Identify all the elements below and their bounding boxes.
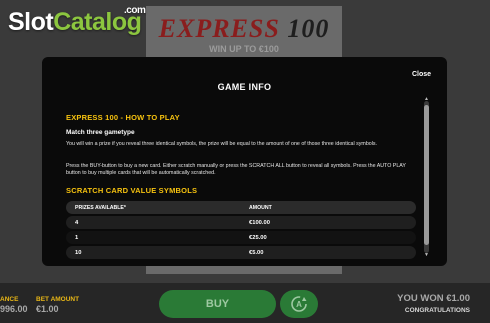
game-info-modal: Close GAME INFO EXPRESS 100 - HOW TO PLA… [42,57,447,266]
watermark-suffix: .com [124,5,146,16]
bet-amount-value[interactable]: €1.00 [36,304,59,314]
table-row: 10 €5.00 [66,246,416,259]
buy-button[interactable]: BUY [159,290,276,318]
rules-paragraph-1: You will win a prize if you reveal three… [66,141,378,147]
info-content[interactable]: EXPRESS 100 - HOW TO PLAY Match three ga… [66,113,416,263]
balance-label: ANCE [0,296,19,303]
table-row: 1 €25.00 [66,231,416,244]
congratulations-text: CONGRATULATIONS [404,307,470,314]
game-logo: EXPRESS 100 [146,14,342,44]
amount-cell: €25.00 [249,234,267,241]
scroll-down-arrow-icon[interactable]: ▼ [424,253,429,258]
column-header-prizes: PRIZES AVAILABLE* [75,204,126,211]
prizes-cell: 4 [75,219,79,226]
prizes-cell: 1 [75,234,79,241]
game-logo-word1: EXPRESS [158,14,280,43]
modal-title: GAME INFO [217,82,272,92]
rules-paragraph-2: Press the BUY-button to buy a new card. … [66,163,406,176]
bet-amount-label: BET AMOUNT [36,296,80,303]
win-amount: YOU WON €1.00 [397,293,470,304]
slotcatalog-watermark: SlotCatalog .com [8,5,146,37]
autoplay-button[interactable]: A [280,290,318,318]
prizes-cell: 10 [75,249,82,256]
watermark-slot: Slot [8,8,54,36]
scrollbar[interactable] [424,101,429,253]
scrollbar-thumb[interactable] [424,105,429,245]
value-symbols-heading: SCRATCH CARD VALUE SYMBOLS [66,186,198,195]
how-to-play-heading: EXPRESS 100 - HOW TO PLAY [66,113,180,122]
game-subtitle: WIN UP TO €100 [209,44,279,54]
column-header-amount: AMOUNT [249,204,272,211]
gametype-heading: Match three gametype [66,129,135,136]
bottom-bar: ANCE 996.00 BET AMOUNT €1.00 BUY A YOU W… [0,283,490,323]
amount-cell: €100.00 [249,219,270,226]
balance-value: 996.00 [0,304,28,314]
win-display: YOU WON €1.00 CONGRATULATIONS [397,293,470,314]
table-row: 4 €100.00 [66,216,416,229]
amount-cell: €5.00 [249,249,264,256]
close-button[interactable]: Close [412,71,431,78]
autoplay-icon: A [291,296,307,312]
table-header-row: PRIZES AVAILABLE* AMOUNT [66,201,416,214]
game-logo-word2: 100 [287,14,330,43]
prize-table: PRIZES AVAILABLE* AMOUNT 4 €100.00 1 €25… [66,201,416,261]
svg-text:A: A [296,300,302,309]
